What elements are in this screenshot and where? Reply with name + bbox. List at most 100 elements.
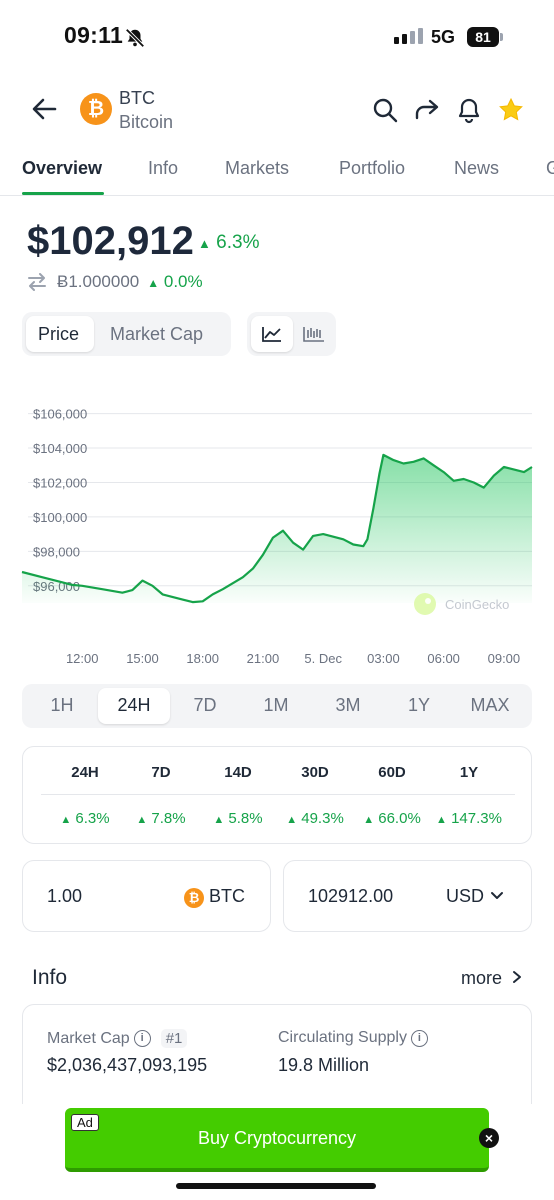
converter-from-currency: BTC [209,886,245,906]
perf-value: ▲ 5.8% [213,810,263,827]
tab-overview[interactable]: Overview [22,158,102,179]
perf-value: ▲ 147.3% [436,810,502,827]
arrow-left-icon [32,98,57,120]
alert-button[interactable] [455,96,483,124]
coingecko-logo-icon [414,593,436,615]
perf-value: ▲ 49.3% [286,810,344,827]
tab-markets[interactable]: Markets [225,158,289,179]
info-card: Market Cap i #1 $2,036,437,093,195 Circu… [22,1004,532,1104]
divider [41,794,515,795]
ad-banner[interactable]: Ad Buy Cryptocurrency [65,1108,489,1172]
chevron-down-icon [491,892,503,899]
chart-area [22,454,532,603]
chevron-right-icon [513,971,522,983]
toggle-market-cap[interactable]: Market Cap [110,324,203,345]
candlestick-icon [303,327,324,342]
range-24h[interactable]: 24H [104,695,164,716]
search-icon [373,98,398,123]
info-heading: Info [32,966,68,989]
tab-overflow[interactable]: G [546,158,554,179]
coin-name: Bitcoin [119,112,174,132]
perf-value: ▲ 6.3% [60,810,110,827]
range-1m[interactable]: 1M [246,695,306,716]
y-tick-label: $106,000 [33,407,87,422]
circulating-supply-value: 19.8 Million [278,1055,370,1075]
info-icon[interactable]: i [410,1029,428,1047]
perf-label: 7D [151,764,171,781]
x-tick-label: 09:00 [488,651,521,666]
price-value: $102,912 [27,219,194,263]
ad-text: Buy Cryptocurrency [197,1128,357,1148]
perf-value: ▲ 7.8% [136,810,186,827]
battery-level: 81 [467,27,499,47]
toggle-price[interactable]: Price [38,324,79,345]
converter-amount-input[interactable]: 1.00 [47,886,82,907]
coingecko-watermark: CoinGecko [414,593,509,615]
star-icon [499,97,523,121]
ad-close-button[interactable]: × [479,1128,499,1148]
btc-price-row: Ƀ1.000000 ▲ 0.0% [27,272,203,292]
tab-news[interactable]: News [454,158,499,179]
caret-up-icon: ▲ [198,236,211,251]
swap-icon [28,273,46,291]
share-icon [415,99,439,120]
favorite-button[interactable] [497,96,525,124]
info-more-link[interactable]: more [461,968,523,989]
price-change-value: 6.3% [216,232,260,253]
price-change: ▲ 6.3% [198,232,259,254]
range-3m[interactable]: 3M [318,695,378,716]
network-label: 5G [431,27,456,47]
price-chart[interactable]: $106,000$104,000$102,000$100,000$98,000$… [0,385,554,675]
bell-muted-icon [124,27,146,54]
converter-fiat-input[interactable]: 102912.00 [308,886,393,907]
tab-info[interactable]: Info [148,158,178,179]
y-tick-label: $104,000 [33,441,87,456]
tab-portfolio[interactable]: Portfolio [339,158,405,179]
chart-type-toggle [247,312,336,356]
range-max[interactable]: MAX [460,695,520,716]
perf-label: 30D [301,764,329,781]
bell-icon [458,98,480,124]
market-cap-label: Market Cap i #1 [47,1029,188,1048]
search-button[interactable] [371,96,399,124]
btc-price-value: Ƀ1.000000 [57,272,140,291]
perf-label: 60D [378,764,406,781]
chart-line-button[interactable] [251,316,293,352]
bitcoin-logo-icon: ₿ [184,888,204,908]
range-1h[interactable]: 1H [32,695,92,716]
range-1y[interactable]: 1Y [389,695,449,716]
currency-select[interactable]: USD [446,886,484,907]
x-tick-label: 5. Dec [304,651,342,666]
perf-label: 24H [71,764,99,781]
bitcoin-logo-icon: ₿ [80,93,112,125]
cellular-signal-icon [394,28,423,44]
range-selector: 1H 24H 7D 1M 3M 1Y MAX [22,684,532,728]
y-tick-label: $102,000 [33,475,87,490]
x-tick-label: 21:00 [247,651,280,666]
btc-change-value: 0.0% [163,272,203,291]
watermark-text: CoinGecko [445,597,509,612]
info-icon[interactable]: i [133,1030,151,1047]
more-label: more [461,968,503,988]
battery-icon: 81 [467,27,503,47]
converter-fiat-field[interactable]: 102912.00 USD [283,860,532,932]
btc-change: ▲ 0.0% [147,272,203,291]
active-tab-indicator [22,192,104,195]
coin-symbol: BTC [119,88,155,108]
range-7d[interactable]: 7D [175,695,235,716]
chart-candle-button[interactable] [297,316,333,352]
status-time: 09:11 [64,22,124,48]
x-tick-label: 18:00 [186,651,219,666]
x-tick-label: 03:00 [367,651,400,666]
x-tick-label: 12:00 [66,651,99,666]
circulating-supply-label: Circulating Supply i [278,1029,428,1047]
home-indicator [176,1183,376,1189]
back-button[interactable] [28,92,62,126]
price-marketcap-toggle: Price Market Cap [22,312,231,356]
perf-label: 14D [224,764,252,781]
market-cap-value: $2,036,437,093,195 [47,1055,208,1075]
share-button[interactable] [413,96,441,124]
y-tick-label: $98,000 [33,544,80,559]
converter-crypto-field[interactable]: 1.00 ₿ BTC [22,860,271,932]
line-chart-icon [262,327,281,342]
